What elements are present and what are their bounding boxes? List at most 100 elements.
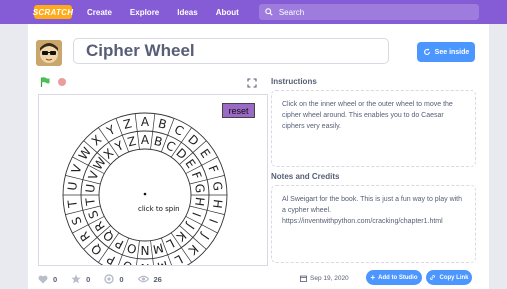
favorite-stat[interactable]: 0 xyxy=(71,274,90,284)
add-to-studio-button[interactable]: + Add to Studio xyxy=(366,270,422,285)
avatar[interactable] xyxy=(36,40,62,66)
outer-ring-divider xyxy=(65,175,83,181)
nav-ideas[interactable]: Ideas xyxy=(177,8,197,17)
project-stage[interactable]: ABCDEFGHIJKLMNOPQRSTUVWXYZABCDEFGHIJKLMN… xyxy=(38,94,268,266)
outer-ring-divider xyxy=(207,175,225,181)
project-title[interactable]: Cipher Wheel xyxy=(73,38,389,64)
outer-ring-letter: T xyxy=(65,199,80,210)
inner-ring-letter: B xyxy=(152,134,163,150)
outer-ring-letter: Y xyxy=(104,122,118,139)
instructions-title: Instructions xyxy=(271,77,317,86)
outer-ring-letter: J xyxy=(198,230,212,242)
cipher-wheel[interactable]: ABCDEFGHIJKLMNOPQRSTUVWXYZABCDEFGHIJKLMN… xyxy=(39,95,268,266)
outer-ring-letter: Q xyxy=(88,241,104,258)
eye-icon xyxy=(137,275,149,283)
outer-ring-divider xyxy=(65,209,83,215)
outer-ring-letter: R xyxy=(77,229,93,244)
project-stats: 0 0 0 26 xyxy=(38,274,176,284)
inner-ring-letter: H xyxy=(192,196,207,207)
inner-ring-letter: M xyxy=(151,240,164,256)
reset-button[interactable]: reset xyxy=(222,103,255,118)
outer-ring-divider xyxy=(134,113,138,132)
views-count: 26 xyxy=(153,274,162,284)
outer-ring-divider xyxy=(167,254,172,265)
notes-line-1: Al Sweigart for the book. This is just a… xyxy=(282,196,463,214)
notes-link[interactable]: https://inventwithpython.com/cracking/ch… xyxy=(282,216,465,227)
inner-ring-letter: G xyxy=(192,183,207,194)
search-placeholder: Search xyxy=(278,7,305,17)
inner-ring-letter: O xyxy=(126,240,139,256)
inner-ring-letter: F xyxy=(189,170,205,182)
inner-ring-letter: A xyxy=(141,133,150,147)
date-text: Sep 19, 2020 xyxy=(310,275,349,282)
fullscreen-icon[interactable] xyxy=(247,78,257,88)
nav-explore[interactable]: Explore xyxy=(130,8,159,17)
copy-link-button[interactable]: Copy Link xyxy=(426,270,472,285)
instructions-box[interactable]: Click on the inner wheel or the outer wh… xyxy=(271,90,476,167)
remix-count: 0 xyxy=(119,274,124,284)
title-row: Cipher Wheel xyxy=(36,38,389,66)
green-flag-icon[interactable] xyxy=(40,77,50,87)
love-count: 0 xyxy=(53,274,58,284)
outer-ring-letter: E xyxy=(197,146,213,160)
love-stat[interactable]: 0 xyxy=(38,275,57,284)
outer-ring-letter: V xyxy=(69,162,85,175)
project-date: Sep 19, 2020 xyxy=(300,275,349,282)
search-input[interactable]: Search xyxy=(258,4,479,20)
inner-ring-letter: Z xyxy=(126,134,137,150)
star-icon xyxy=(71,274,81,284)
outer-ring-divider xyxy=(152,113,156,132)
nav-create[interactable]: Create xyxy=(87,8,112,17)
outer-ring-letter: H xyxy=(210,198,225,209)
outer-ring-letter: M xyxy=(156,258,169,266)
top-nav: SCRATCH Create Explore Ideas About Searc… xyxy=(0,0,507,24)
stop-icon[interactable] xyxy=(58,78,66,86)
inner-ring-divider xyxy=(136,131,140,150)
inner-ring-letter: R xyxy=(92,219,108,234)
favorite-count: 0 xyxy=(86,274,91,284)
calendar-icon xyxy=(300,275,307,282)
outer-ring-letter: C xyxy=(172,122,186,138)
spin-label: click to spin xyxy=(138,205,180,213)
outer-ring-letter: Z xyxy=(122,116,133,132)
heart-icon xyxy=(38,275,48,283)
notes-title: Notes and Credits xyxy=(271,172,340,181)
views-stat: 26 xyxy=(137,274,162,284)
outer-ring-letter: B xyxy=(157,116,168,132)
outer-ring-letter: U xyxy=(65,181,80,191)
outer-ring-letter: X xyxy=(89,132,104,148)
outer-ring-letter: O xyxy=(121,258,134,266)
outer-ring-divider xyxy=(207,209,225,215)
plus-icon: + xyxy=(370,273,376,282)
inner-ring-letter: K xyxy=(173,228,189,244)
scratch-logo[interactable]: SCRATCH xyxy=(33,5,73,19)
outer-ring-letter: G xyxy=(210,181,225,192)
outer-ring-letter: I xyxy=(206,217,220,225)
remix-stat: 0 xyxy=(104,274,124,284)
outer-ring-letter: N xyxy=(141,261,150,266)
link-icon xyxy=(430,275,436,280)
outer-ring-divider xyxy=(136,258,138,265)
see-inside-label: See inside xyxy=(434,48,470,56)
inner-ring-letter: N xyxy=(141,243,150,257)
nav-about[interactable]: About xyxy=(216,8,239,17)
outer-ring-divider xyxy=(201,224,218,234)
outer-ring-letter: A xyxy=(141,115,150,129)
outer-ring-letter: L xyxy=(172,252,185,266)
outer-ring-letter: F xyxy=(205,163,221,175)
outer-ring-letter: D xyxy=(185,132,201,149)
remix-icon xyxy=(104,274,115,284)
outer-ring-letter: K xyxy=(185,242,201,258)
copy-link-label: Copy Link xyxy=(439,274,469,281)
add-to-studio-label: Add to Studio xyxy=(378,274,418,281)
inner-ring-letter: U xyxy=(83,183,98,193)
outer-ring-letter: P xyxy=(105,252,118,266)
see-inside-button[interactable]: See inside xyxy=(417,42,475,62)
inner-ring-letter: T xyxy=(83,196,98,207)
stage-controls xyxy=(40,77,66,87)
instructions-text: Click on the inner wheel or the outer wh… xyxy=(282,101,453,130)
inner-ring-letter: I xyxy=(189,210,203,218)
search-icon xyxy=(265,8,273,16)
notes-box[interactable]: Al Sweigart for the book. This is just a… xyxy=(271,185,476,263)
outer-ring-divider xyxy=(115,118,123,136)
